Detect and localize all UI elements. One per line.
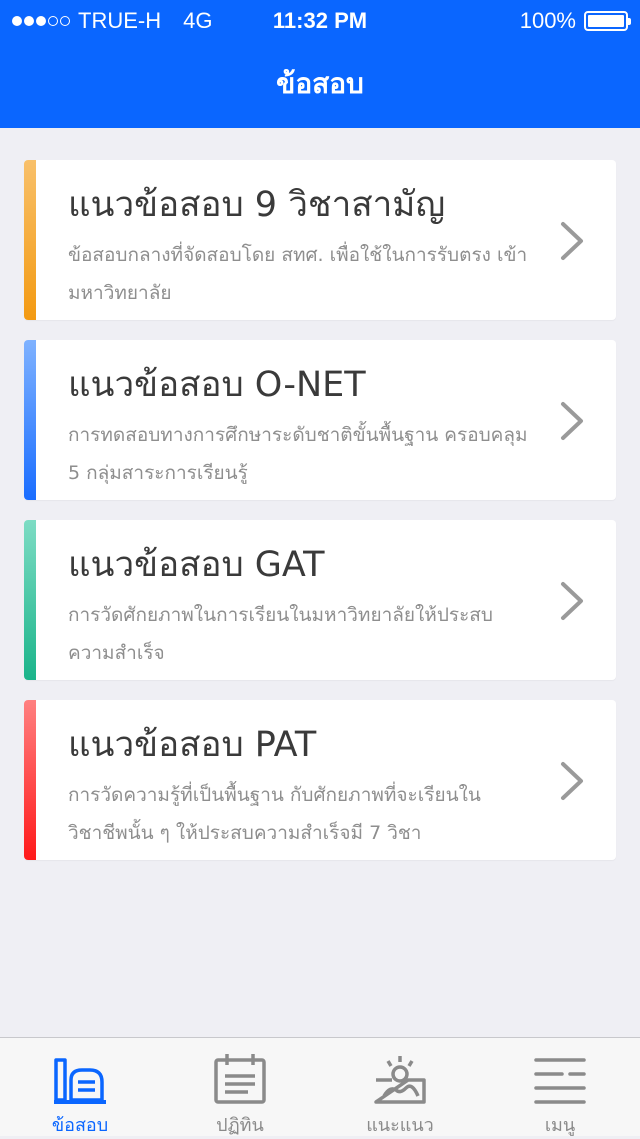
tab-menu[interactable]: เมนู <box>480 1038 640 1136</box>
card-description: การวัดศักยภาพในการเรียนในมหาวิทยาลัยให้ป… <box>68 604 493 664</box>
card-accent-bar <box>24 160 36 320</box>
exam-list: แนวข้อสอบ 9 วิชาสามัญ ข้อสอบกลางที่จัดสอ… <box>24 160 616 880</box>
exam-card-9-subjects[interactable]: แนวข้อสอบ 9 วิชาสามัญ ข้อสอบกลางที่จัดสอ… <box>24 160 616 320</box>
card-accent-bar <box>24 520 36 680</box>
card-description: ข้อสอบกลางที่จัดสอบโดย สทศ. เพื่อใช้ในกา… <box>68 244 528 304</box>
tab-calendar[interactable]: ปฏิทิน <box>160 1038 320 1136</box>
exam-icon <box>54 1058 106 1104</box>
tab-label: ข้อสอบ <box>51 1115 109 1136</box>
calendar-icon <box>214 1054 266 1104</box>
page-title: ข้อสอบ <box>276 67 364 100</box>
card-description: การทดสอบทางการศึกษาระดับชาติขั้นพื้นฐาน … <box>68 424 528 484</box>
tab-label: ปฏิทิน <box>216 1115 264 1136</box>
card-title: แนวข้อสอบ GAT <box>68 545 325 585</box>
tab-guidance[interactable]: แนะแนว <box>320 1038 480 1136</box>
card-title: แนวข้อสอบ 9 วิชาสามัญ <box>68 185 446 225</box>
battery-icon <box>584 11 631 31</box>
chevron-right-icon <box>561 402 583 440</box>
card-accent-bar <box>24 700 36 860</box>
navigation-bar: ข้อสอบ <box>0 40 640 128</box>
menu-icon <box>534 1058 586 1104</box>
exam-card-onet[interactable]: แนวข้อสอบ O-NET การทดสอบทางการศึกษาระดับ… <box>24 340 616 500</box>
guidance-icon <box>374 1056 426 1104</box>
card-accent-bar <box>24 340 36 500</box>
exam-card-pat[interactable]: แนวข้อสอบ PAT การวัดความรู้ที่เป็นพื้นฐา… <box>24 700 616 860</box>
tab-label: แนะแนว <box>366 1115 434 1136</box>
tab-label: เมนู <box>544 1115 576 1136</box>
tab-exam[interactable]: ข้อสอบ <box>0 1038 160 1136</box>
chevron-right-icon <box>561 222 583 260</box>
card-title: แนวข้อสอบ PAT <box>68 725 317 765</box>
chevron-right-icon <box>561 582 583 620</box>
card-title: แนวข้อสอบ O-NET <box>68 365 366 405</box>
tab-bar: ข้อสอบ ปฏิทิน แนะแนว เมนู <box>0 1037 640 1136</box>
battery-percent: 100% <box>519 8 576 33</box>
card-description: การวัดความรู้ที่เป็นพื้นฐาน กับศักยภาพที… <box>68 784 481 844</box>
status-right: 100% <box>519 8 631 34</box>
chevron-right-icon <box>561 762 583 800</box>
status-bar: TRUE-H 4G 11:32 PM 100% <box>0 0 640 40</box>
exam-card-gat[interactable]: แนวข้อสอบ GAT การวัดศักยภาพในการเรียนในม… <box>24 520 616 680</box>
